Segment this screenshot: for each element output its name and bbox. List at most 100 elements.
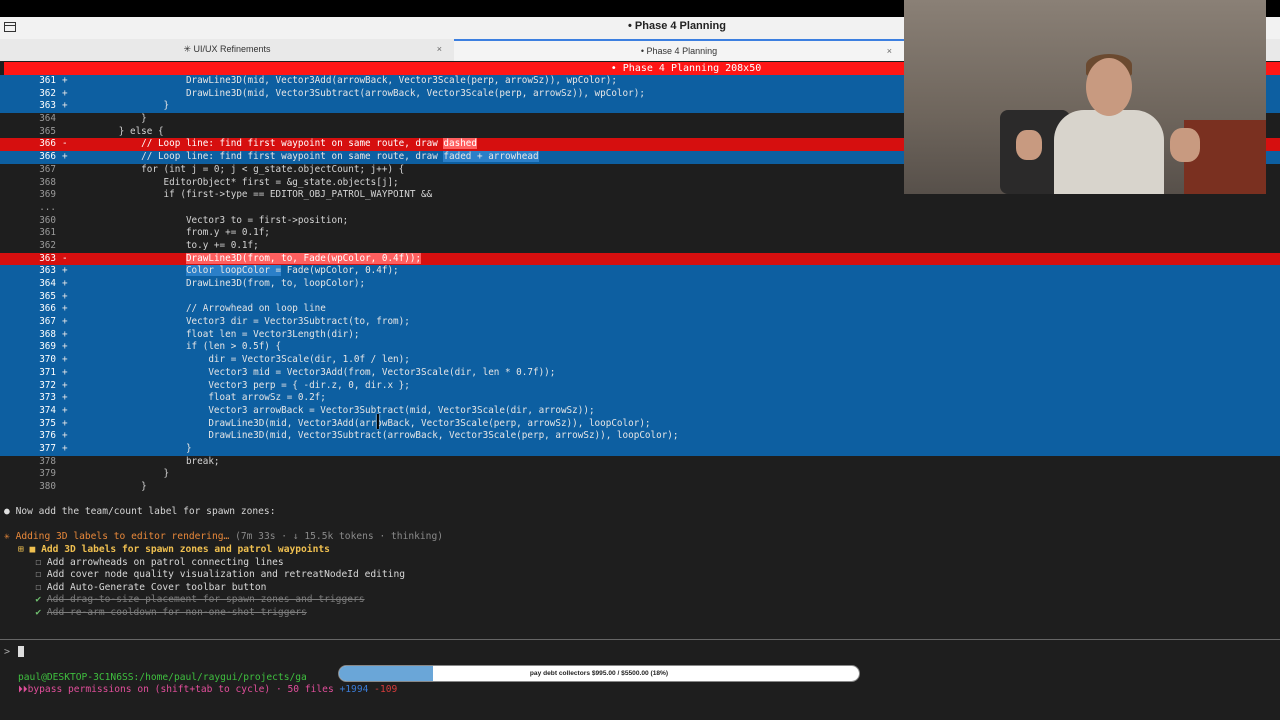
diff-line: ... [0, 202, 1280, 215]
line-number: 364 [39, 278, 56, 289]
changed-token: faded + arrowhead [443, 151, 539, 163]
code-text: to.y += 0.1f; [74, 239, 259, 251]
line-number: 363 [39, 265, 56, 277]
code-text: } else { [74, 125, 164, 137]
changed-token: DrawLine3D(from, to, Fade(wpColor, 0.4f)… [185, 252, 422, 264]
diff-line-added: 364 + DrawLine3D(from, to, loopColor); [0, 278, 1280, 291]
todo-item: ✔ Add drag-to-size placement for spawn z… [18, 594, 365, 606]
line-number: 373 [39, 392, 56, 404]
diff-sign [62, 126, 74, 139]
cwd-path: paul@DESKTOP-3C1N6SS:/home/paul/raygui/p… [18, 672, 307, 683]
line-number: 361 [39, 75, 56, 86]
line-number: 372 [39, 379, 56, 391]
text-cursor [18, 646, 25, 657]
close-icon[interactable]: × [437, 39, 442, 59]
code-text: Vector3 mid = Vector3Add(from, Vector3Sc… [74, 366, 556, 378]
line-number: 367 [39, 316, 56, 328]
lines-removed: -109 [374, 684, 398, 695]
tab-phase-4-planning[interactable]: • Phase 4 Planning × [454, 39, 904, 61]
tab-label: • Phase 4 Planning [640, 46, 718, 56]
code-text: DrawLine3D(from, to, loopColor); [74, 278, 366, 289]
diff-sign [62, 468, 74, 481]
diff-line-added: 370 + dir = Vector3Scale(dir, 1.0f / len)… [0, 354, 1280, 367]
diff-line-added: 376 + DrawLine3D(mid, Vector3Subtract(arr… [0, 430, 1280, 443]
line-number: 375 [39, 417, 56, 429]
diff-sign: - [62, 252, 68, 264]
diff-sign: + [62, 151, 68, 163]
check-icon: ✔ [18, 607, 47, 618]
close-icon[interactable]: × [887, 41, 892, 61]
diff-sign [62, 227, 74, 240]
diff-sign: + [62, 417, 68, 429]
tab-label: ✳ UI/UX Refinements [183, 44, 271, 54]
diff-sign [62, 456, 74, 469]
diff-sign: + [62, 379, 68, 391]
line-number: 376 [39, 430, 56, 442]
diff-sign [62, 240, 74, 253]
diff-line: 360 Vector3 to = first->position; [0, 215, 1280, 228]
checkbox-icon: ☐ [18, 569, 47, 581]
diff-sign: - [62, 138, 68, 150]
diff-sign [62, 215, 74, 228]
diff-line-removed: 363- DrawLine3D(from, to, Fade(wpColor, … [0, 252, 1280, 266]
code-text: } [74, 100, 170, 112]
webcam-overlay [904, 0, 1266, 194]
tab-ui-ux-refinements[interactable]: ✳ UI/UX Refinements × [0, 39, 454, 61]
code-text: dir = Vector3Scale(dir, 1.0f / len); [74, 354, 410, 366]
code-text: DrawLine3D(mid, Vector3Subtract(arrowBac… [74, 87, 645, 99]
diff-sign [62, 164, 74, 177]
line-number: 377 [39, 442, 56, 454]
diff-sign: + [62, 290, 68, 302]
code-text: // Loop line: find first waypoint on sam… [74, 151, 444, 163]
todo-label: Add drag-to-size placement for spawn zon… [46, 594, 365, 606]
todo-label: Add Auto-Generate Cover toolbar button [46, 581, 267, 593]
checkbox-icon: ☐ [18, 556, 47, 568]
todo-item: ☐ Add cover node quality visualization a… [18, 569, 405, 580]
diff-line: 362 to.y += 0.1f; [0, 240, 1280, 253]
line-number: 378 [39, 455, 56, 467]
code-text: EditorObject* first = &g_state.objects[j… [74, 176, 399, 188]
diff-sign: + [62, 341, 68, 353]
code-text: Vector3 arrowBack = Vector3Subtract(mid,… [74, 404, 595, 416]
line-number: 371 [39, 366, 56, 378]
code-text: DrawLine3D(mid, Vector3Add(arrowBack, Ve… [74, 417, 651, 429]
diff-line-added: 374 + Vector3 arrowBack = Vector3Subtract… [0, 404, 1280, 418]
permissions-status: ⏵⏵bypass permissions on (shift+tab to cy… [18, 684, 398, 695]
prompt-input[interactable]: > [4, 646, 25, 658]
line-number: 369 [39, 341, 56, 353]
diff-sign [62, 481, 74, 494]
todo-item: ☐ Add Auto-Generate Cover toolbar button [18, 582, 266, 593]
diff-sign: + [62, 354, 68, 366]
diff-sign: + [62, 316, 68, 328]
todo-label: Add arrowheads on patrol connecting line… [46, 556, 284, 568]
lines-added: +1994 [339, 684, 369, 695]
diff-line-added: 377 + } [0, 442, 1280, 456]
activity-status: ✳ Adding 3D labels to editor rendering… … [4, 531, 443, 542]
line-number: 368 [39, 176, 56, 188]
donation-progress-bar: pay debt collectors $995.00 / $5500.00 (… [338, 665, 860, 682]
line-number: 370 [39, 354, 56, 366]
line-number: 365 [39, 290, 56, 302]
todo-active-icon: ⊞ ■ [18, 544, 42, 555]
diff-sign: + [62, 75, 68, 86]
line-number: 366 [39, 303, 56, 315]
changed-token: dashed [443, 138, 478, 150]
diff-line: 379 } [0, 468, 1280, 481]
diff-sign: + [62, 328, 68, 340]
code-text: } [74, 113, 147, 125]
diff-sign: + [62, 442, 68, 454]
todo-item: ⊞ ■ Add 3D labels for spawn zones and pa… [18, 544, 330, 555]
todo-label: Add re-arm cooldown for non-one-shot tri… [46, 607, 307, 618]
line-number: 365 [39, 125, 56, 137]
line-number: 362 [39, 239, 56, 251]
donation-text: pay debt collectors $995.00 / $5500.00 (… [529, 670, 669, 677]
line-number: 369 [39, 189, 56, 201]
diff-sign [62, 177, 74, 190]
code-text: } [74, 481, 147, 492]
check-icon: ✔ [18, 594, 47, 606]
todo-label: Add 3D labels for spawn zones and patrol… [41, 544, 330, 555]
diff-sign: + [62, 87, 68, 99]
line-number: ... [39, 201, 56, 213]
line-number: 379 [39, 468, 56, 480]
line-number: 364 [39, 113, 56, 125]
